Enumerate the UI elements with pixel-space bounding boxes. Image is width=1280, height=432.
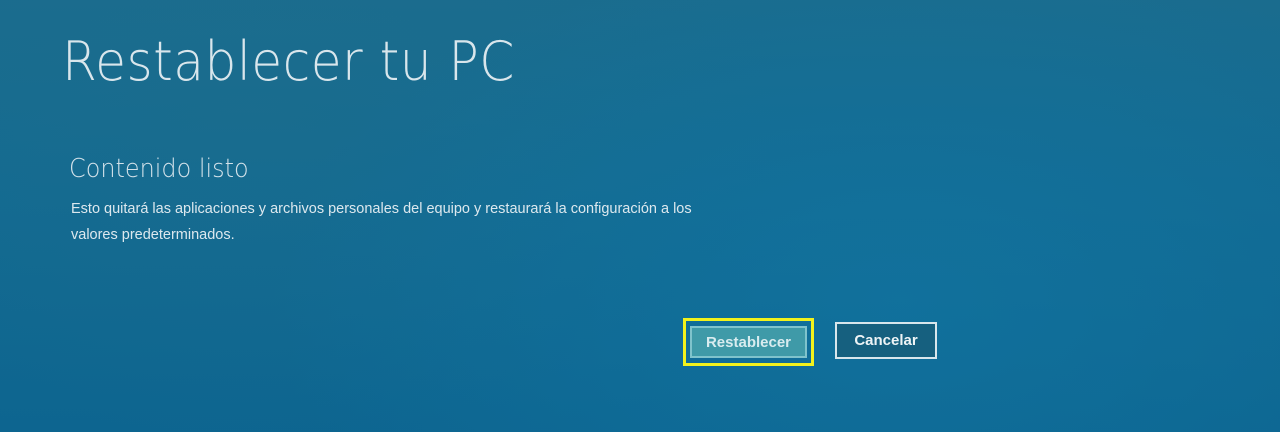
section-subtitle: Contenido listo [69, 154, 249, 184]
description-line-2: valores predeterminados. [71, 227, 235, 243]
reset-button[interactable]: Restablecer [690, 326, 807, 358]
description-text: Esto quitará las aplicaciones y archivos… [71, 196, 791, 248]
action-buttons: Restablecer Cancelar [683, 318, 943, 374]
cancel-button[interactable]: Cancelar [835, 322, 937, 359]
description-line-1: Esto quitará las aplicaciones y archivos… [71, 201, 692, 217]
page-title: Restablecer tu PC [62, 30, 515, 93]
reset-pc-screen: Restablecer tu PC Contenido listo Esto q… [0, 0, 1280, 432]
